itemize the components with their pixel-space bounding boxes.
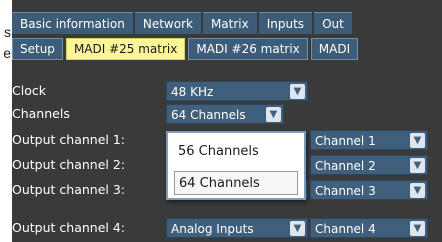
output-channel-value: Channel 3	[315, 184, 376, 198]
chevron-down-icon: ▼	[410, 158, 425, 173]
output-channel-select[interactable]: Channel 1 ▼	[310, 130, 428, 150]
channels-value: 64 Channels	[171, 108, 246, 122]
output-channel-select[interactable]: Channel 4 ▼	[310, 218, 428, 238]
chevron-down-icon: ▼	[266, 107, 281, 122]
channels-label: Channels	[12, 106, 70, 121]
clock-value: 48 KHz	[171, 85, 214, 99]
chevron-down-icon: ▼	[410, 221, 425, 236]
channels-select[interactable]: 64 Channels ▼	[166, 104, 284, 124]
subtab-madi[interactable]: MADI	[310, 38, 359, 60]
clock-row: Clock 48 KHz ▼	[12, 81, 442, 103]
chevron-down-icon: ▼	[410, 183, 425, 198]
output-channel-value: Channel 1	[315, 134, 376, 148]
subtab-madi-25-matrix[interactable]: MADI #25 matrix	[65, 38, 186, 60]
edge-char: s	[4, 24, 11, 40]
madi-settings-panel: Basic information Network Matrix Inputs …	[12, 0, 442, 242]
clock-label: Clock	[12, 83, 46, 98]
tab-basic-information[interactable]: Basic information	[12, 12, 133, 34]
subtab-madi-26-matrix[interactable]: MADI #26 matrix	[188, 38, 308, 60]
output-channel-value: Channel 2	[315, 159, 376, 173]
output-channel-row: Output channel 4: Analog Inputs ▼ Channe…	[12, 218, 442, 240]
chevron-down-icon: ▼	[410, 133, 425, 148]
output-channel-label: Output channel 4:	[12, 220, 125, 235]
tab-inputs[interactable]: Inputs	[258, 12, 313, 34]
tab-outputs[interactable]: Out	[314, 12, 352, 34]
channels-row: Channels 64 Channels ▼	[12, 104, 442, 126]
output-channel-select[interactable]: Channel 2 ▼	[310, 155, 428, 175]
tab-matrix[interactable]: Matrix	[202, 12, 257, 34]
chevron-down-icon: ▼	[290, 84, 305, 99]
output-channel-label: Output channel 1:	[12, 132, 125, 147]
sub-tab-bar: Setup MADI #25 matrix MADI #26 matrix MA…	[12, 38, 361, 60]
chevron-down-icon: ▼	[290, 221, 305, 236]
output-channel-select[interactable]: Channel 3 ▼	[310, 180, 428, 200]
channels-dropdown-list: 56 Channels 64 Channels	[166, 131, 306, 200]
tab-network[interactable]: Network	[134, 12, 201, 34]
dropdown-option-56-channels[interactable]: 56 Channels	[176, 140, 298, 164]
output-channel-label: Output channel 2:	[12, 157, 125, 172]
output-channel-label: Output channel 3:	[12, 182, 125, 197]
left-edge-text: s e	[0, 22, 12, 64]
dropdown-option-64-channels[interactable]: 64 Channels	[174, 171, 298, 195]
output-source-value: Analog Inputs	[171, 222, 254, 236]
output-channel-value: Channel 4	[315, 222, 376, 236]
subtab-setup[interactable]: Setup	[12, 38, 63, 60]
main-tab-bar: Basic information Network Matrix Inputs …	[12, 12, 354, 34]
clock-select[interactable]: 48 KHz ▼	[166, 81, 308, 101]
output-source-select[interactable]: Analog Inputs ▼	[166, 218, 308, 238]
edge-char: e	[3, 45, 11, 61]
